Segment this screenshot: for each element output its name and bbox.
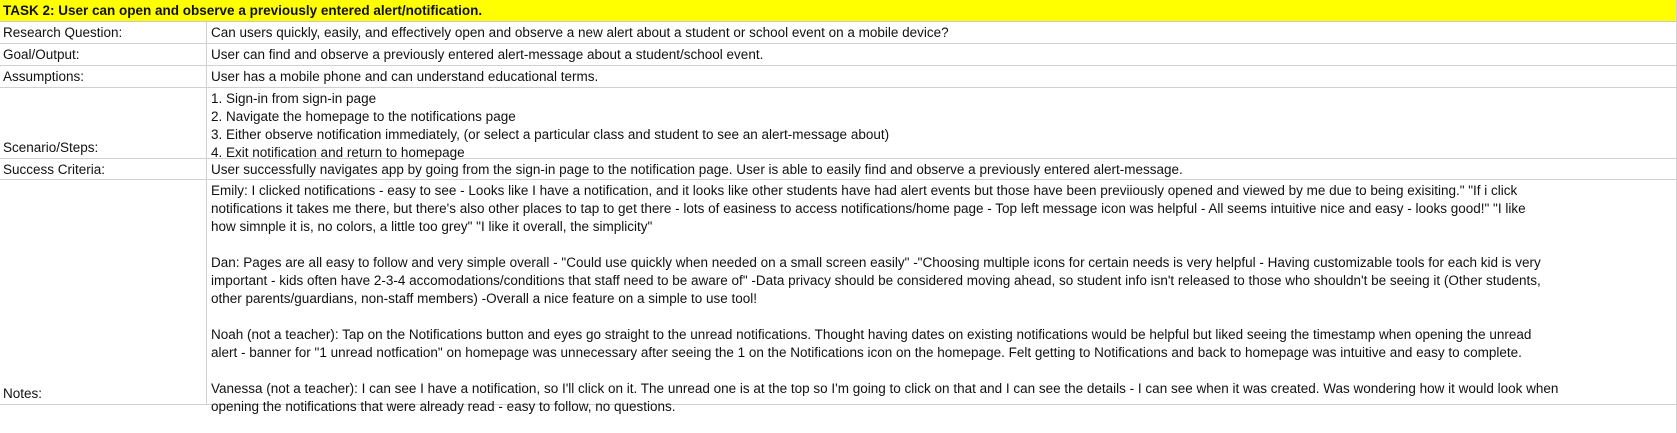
goal-output-value[interactable]: User can find and observe a previously e… bbox=[211, 44, 1673, 65]
row-scenario-steps: Scenario/Steps: 1. Sign-in from sign-in … bbox=[0, 88, 1677, 162]
notes-label: Notes: bbox=[3, 386, 43, 401]
note-line-vanessa: Vanessa (not a teacher): I can see I hav… bbox=[211, 381, 1559, 396]
task-sheet: TASK 2: User can open and observe a prev… bbox=[0, 0, 1677, 433]
notes-value[interactable]: Emily: I clicked notifications - easy to… bbox=[211, 180, 1673, 416]
row-success-criteria: Success Criteria: User successfully navi… bbox=[0, 159, 1677, 180]
assumptions-value[interactable]: User has a mobile phone and can understa… bbox=[211, 66, 1673, 87]
scenario-steps-label: Scenario/Steps: bbox=[3, 140, 99, 155]
note-line-emily: notifications it takes me there, but the… bbox=[211, 201, 1526, 216]
step-item: 1. Sign-in from sign-in page bbox=[211, 91, 377, 106]
note-line-dan: other parents/guardians, non-staff membe… bbox=[211, 291, 758, 306]
success-criteria-value[interactable]: User successfully navigates app by going… bbox=[211, 159, 1673, 180]
research-question-value[interactable]: Can users quickly, easily, and effective… bbox=[211, 22, 1673, 43]
goal-output-label[interactable]: Goal/Output: bbox=[0, 44, 207, 65]
scenario-steps-label-cell[interactable]: Scenario/Steps: bbox=[0, 88, 207, 158]
step-item: 2. Navigate the homepage to the notifica… bbox=[211, 109, 516, 124]
step-item: 3. Either observe notification immediate… bbox=[211, 127, 890, 142]
scenario-steps-value[interactable]: 1. Sign-in from sign-in page 2. Navigate… bbox=[211, 88, 1673, 162]
note-line-vanessa: opening the notifications that were alre… bbox=[211, 399, 676, 414]
note-line-noah: Noah (not a teacher): Tap on the Notific… bbox=[211, 327, 1532, 342]
note-line-emily: how simnple it is, no colors, a little t… bbox=[211, 219, 653, 234]
success-criteria-label[interactable]: Success Criteria: bbox=[0, 159, 207, 179]
row-assumptions: Assumptions: User has a mobile phone and… bbox=[0, 66, 1677, 88]
research-question-label[interactable]: Research Question: bbox=[0, 22, 207, 43]
note-line-dan: Dan: Pages are all easy to follow and ve… bbox=[211, 255, 1541, 270]
row-notes: Notes: Emily: I clicked notifications - … bbox=[0, 180, 1677, 414]
task-title-cell[interactable]: TASK 2: User can open and observe a prev… bbox=[0, 0, 1677, 22]
note-line-emily: Emily: I clicked notifications - easy to… bbox=[211, 183, 1518, 198]
notes-label-cell[interactable]: Notes: bbox=[0, 180, 207, 404]
note-line-dan: important - kids often have 2-3-4 accomo… bbox=[211, 273, 1541, 288]
assumptions-label[interactable]: Assumptions: bbox=[0, 66, 207, 87]
row-research-question: Research Question: Can users quickly, ea… bbox=[0, 22, 1677, 44]
note-line-noah: alert - banner for "1 unread notfication… bbox=[211, 345, 1522, 360]
row-goal-output: Goal/Output: User can find and observe a… bbox=[0, 44, 1677, 66]
